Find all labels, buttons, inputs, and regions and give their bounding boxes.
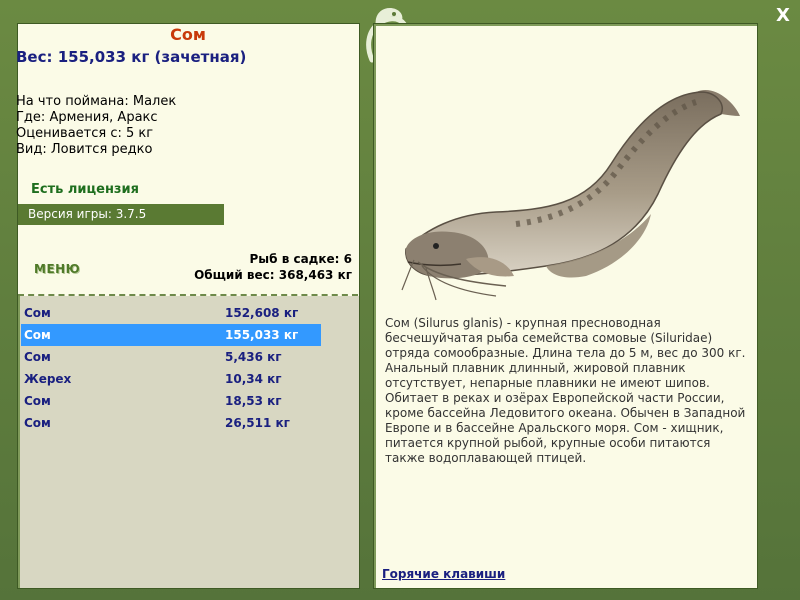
- rated-info: Оценивается с: 5 кг: [16, 126, 153, 141]
- catch-row-name: Сом: [24, 328, 51, 342]
- keepnet-stats: Рыб в садке: 6 Общий вес: 368,463 кг: [194, 251, 352, 283]
- catch-list: Сом 152,608 кг Сом 155,033 кг Сом 5,436 кг Жер…: [21, 302, 321, 434]
- catch-row-name: Жерех: [24, 372, 72, 386]
- fish-description: Сом (Silurus glanis) - крупная пресновод…: [385, 316, 746, 465]
- catch-row[interactable]: Сом 152,608 кг: [21, 302, 321, 324]
- close-button[interactable]: X: [772, 5, 794, 27]
- close-icon: X: [776, 5, 790, 26]
- catch-row[interactable]: Жерех 10,34 кг: [21, 368, 321, 390]
- version-bar: Версия игры: 3.7.5: [18, 204, 224, 225]
- catch-row-name: Сом: [24, 416, 51, 430]
- catfish-image: [401, 90, 740, 301]
- catch-row[interactable]: Сом 18,53 кг: [21, 390, 321, 412]
- hotkeys-link[interactable]: Горячие клавиши: [382, 567, 505, 581]
- catch-row-weight: 18,53 кг: [225, 394, 282, 408]
- catch-row-weight: 10,34 кг: [225, 372, 282, 386]
- catch-row-weight: 155,033 кг: [225, 328, 299, 342]
- catch-row-weight: 152,608 кг: [225, 306, 299, 320]
- catch-row-name: Сом: [24, 350, 51, 364]
- kind-value: Ловится редко: [50, 142, 153, 157]
- catch-row-weight: 5,436 кг: [225, 350, 282, 364]
- bait-info: На что поймана: Малек: [16, 94, 176, 109]
- place-value: Армения, Аракс: [49, 110, 158, 125]
- separator: [18, 294, 358, 296]
- bait-label: На что поймана:: [16, 94, 129, 109]
- total-weight: Общий вес: 368,463 кг: [194, 268, 352, 282]
- version-text: Версия игры: 3.7.5: [28, 207, 147, 221]
- catch-row[interactable]: Сом 5,436 кг: [21, 346, 321, 368]
- license-status: Есть лицензия: [31, 182, 139, 197]
- catch-row-name: Сом: [24, 394, 51, 408]
- menu-button[interactable]: МЕНЮ: [34, 262, 80, 276]
- kind-label: Вид:: [16, 142, 47, 157]
- kind-info: Вид: Ловится редко: [16, 142, 152, 157]
- place-info: Где: Армения, Аракс: [16, 110, 158, 125]
- place-label: Где:: [16, 110, 46, 125]
- fish-weight: Вес: 155,033 кг (зачетная): [16, 48, 247, 66]
- bait-value: Малек: [132, 94, 177, 109]
- catch-row-weight: 26,511 кг: [225, 416, 290, 430]
- game-window: X Сом Вес: 155,033 кг (зачетная) На что …: [0, 0, 800, 600]
- fish-title: Сом: [170, 25, 206, 44]
- catch-row[interactable]: Сом 155,033 кг: [21, 324, 321, 346]
- catch-row[interactable]: Сом 26,511 кг: [21, 412, 321, 434]
- fish-count: Рыб в садке: 6: [249, 252, 353, 266]
- rated-label: Оценивается с:: [16, 126, 122, 141]
- catch-row-name: Сом: [24, 306, 51, 320]
- rated-value: 5 кг: [126, 126, 154, 141]
- description-panel: Сом (Silurus glanis) - крупная пресновод…: [373, 23, 758, 589]
